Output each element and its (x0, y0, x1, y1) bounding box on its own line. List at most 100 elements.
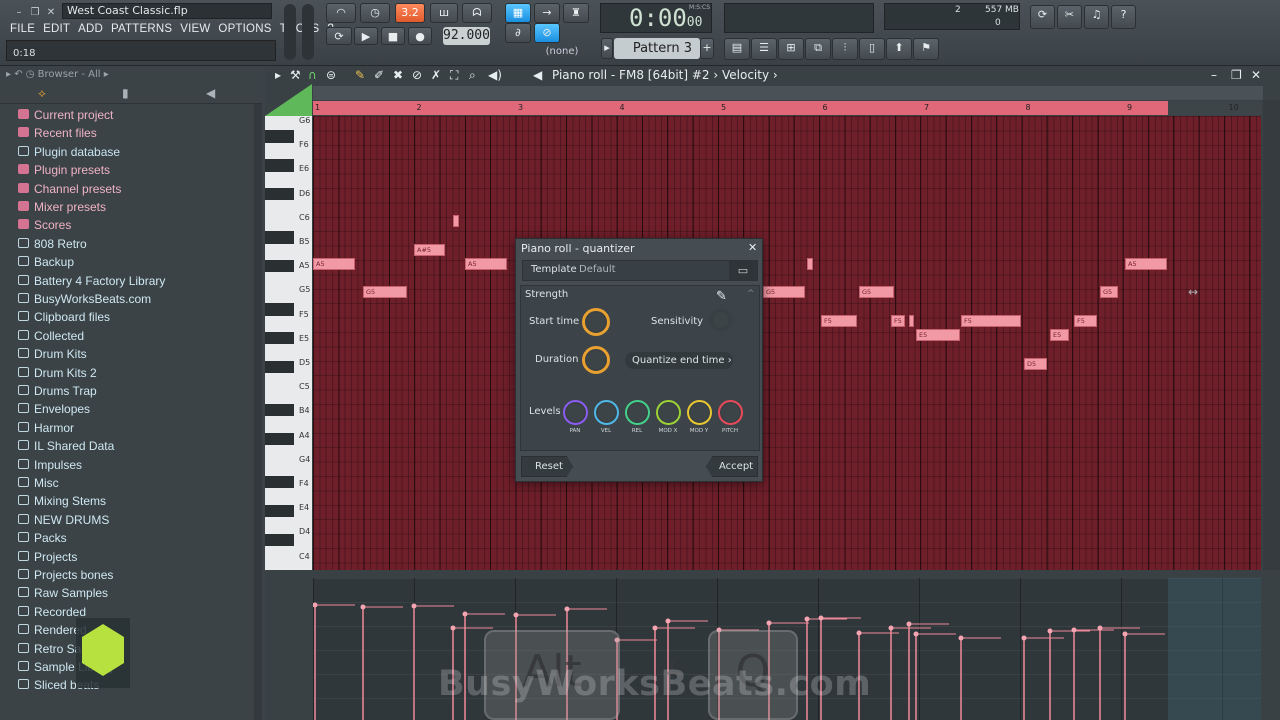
note[interactable]: A#5 (414, 244, 445, 256)
microphone-icon[interactable]: ♫ (1084, 5, 1109, 29)
pr-minimize-icon[interactable]: – (1211, 66, 1217, 84)
black-key[interactable] (265, 432, 294, 446)
menu-tools[interactable]: TOOLS (276, 21, 324, 38)
black-key[interactable] (265, 130, 294, 143)
velocity-handle[interactable] (360, 604, 366, 610)
snap-link-button[interactable]: ∂ (505, 23, 531, 43)
sensitivity-knob[interactable] (709, 308, 733, 332)
menu-add[interactable]: ADD (74, 21, 107, 38)
countdown-button[interactable]: 3.2 (395, 3, 425, 23)
black-key[interactable] (265, 476, 294, 489)
metronome-figure-icon[interactable]: ♜ (563, 3, 589, 23)
browser-item[interactable]: Mixing Stems (0, 492, 250, 510)
browser-tab-audio-icon[interactable]: ◀ (206, 86, 215, 100)
pattern-menu-arrow[interactable]: ▸ (601, 38, 613, 59)
close-icon[interactable]: ✕ (45, 8, 57, 18)
playlist-icon[interactable]: ▤ (724, 38, 750, 60)
velocity-handle[interactable] (1047, 628, 1053, 634)
browser-item[interactable]: Envelopes (0, 400, 250, 418)
pencil-icon[interactable]: ✎ (355, 66, 365, 84)
start-time-knob[interactable] (582, 308, 610, 336)
pattern-name[interactable]: Pattern 3 (614, 38, 700, 59)
level-knob[interactable] (594, 400, 619, 425)
browser-item[interactable]: 808 Retro (0, 235, 250, 253)
velocity-handle[interactable] (804, 616, 810, 622)
timeline-ruler[interactable] (313, 101, 1168, 115)
tempo-display[interactable]: 92.000 (443, 27, 490, 45)
playback-tool-icon[interactable]: ◀) (488, 66, 502, 84)
browser-item[interactable]: Projects (0, 548, 250, 566)
browser-item[interactable]: Scores (0, 216, 250, 234)
level-knob[interactable] (563, 400, 588, 425)
menu-patterns[interactable]: PATTERNS (107, 21, 176, 38)
slice-tool-icon[interactable]: ✗ (431, 66, 441, 84)
restore-icon[interactable]: ❐ (29, 8, 41, 18)
folder-icon[interactable]: ▭ (729, 261, 757, 280)
select-tool-icon[interactable]: ⛶ (450, 66, 458, 84)
note[interactable]: G5 (763, 286, 805, 298)
record-button[interactable]: ● (408, 27, 432, 45)
note[interactable]: A5 (313, 258, 355, 270)
quantize-end-time-button[interactable]: Quantize end time › (625, 352, 733, 369)
tempo-tapper-icon[interactable]: ⚑ (913, 38, 939, 60)
browser-item[interactable]: Projects bones (0, 566, 250, 584)
help-icon[interactable]: ? (1111, 5, 1136, 29)
black-key[interactable] (265, 504, 294, 518)
pattern-song-toggle[interactable]: ⟳ (326, 27, 352, 45)
minimize-icon[interactable]: – (13, 8, 25, 18)
note[interactable]: D5 (1024, 358, 1047, 370)
velocity-handle[interactable] (1122, 631, 1128, 637)
note[interactable]: F5 (1074, 315, 1097, 327)
browser-item[interactable]: Current project (0, 106, 250, 124)
browser-item[interactable]: Clipboard files (0, 308, 250, 326)
velocity-handle[interactable] (856, 630, 862, 636)
accept-button[interactable]: Accept (706, 456, 758, 477)
mixer-icon[interactable]: ⫶ (832, 38, 858, 60)
template-value[interactable]: Default (579, 264, 616, 275)
level-knob[interactable] (625, 400, 650, 425)
delete-tool-icon[interactable]: ✖ (393, 66, 403, 84)
browser-item[interactable]: Collected (0, 327, 250, 345)
note[interactable]: E5 (916, 329, 960, 341)
dialog-close-icon[interactable]: ✕ (748, 241, 757, 254)
wrench-icon[interactable]: ⚒ (290, 66, 301, 84)
note[interactable]: G5 (363, 286, 407, 298)
velocity-handle[interactable] (818, 615, 824, 621)
next-arrow-button[interactable]: → (534, 3, 560, 23)
black-key[interactable] (265, 231, 294, 244)
stamp-tool-corner[interactable] (265, 84, 312, 116)
template-row[interactable]: Template Default ▭ (522, 260, 758, 281)
channel-rack-icon[interactable]: ☰ (751, 38, 777, 60)
velocity-handle[interactable] (564, 606, 570, 612)
master-volume-slider[interactable] (284, 4, 296, 60)
browser-item[interactable]: Raw Samples (0, 584, 250, 602)
mute-tool-icon[interactable]: ⊘ (412, 66, 422, 84)
piano-roll-icon[interactable]: ⊞ (778, 38, 804, 60)
level-knob[interactable] (718, 400, 743, 425)
reset-button[interactable]: Reset (521, 456, 573, 477)
browser-item[interactable]: Mixer presets (0, 198, 250, 216)
duration-knob[interactable] (582, 346, 610, 374)
time-format-label[interactable]: M:S:CS (689, 4, 710, 11)
browser-item[interactable]: Impulses (0, 456, 250, 474)
note[interactable]: G5 (859, 286, 894, 298)
velocity-handle[interactable] (766, 620, 772, 626)
velocity-handle[interactable] (450, 625, 456, 631)
browser-item[interactable]: IL Shared Data (0, 437, 250, 455)
velocity-handle[interactable] (906, 621, 912, 627)
pattern-selector[interactable]: (none) (532, 44, 592, 60)
black-key[interactable] (265, 533, 294, 546)
velocity-handle[interactable] (652, 625, 658, 631)
black-key[interactable] (265, 188, 294, 201)
typing-keyboard-button[interactable]: ▦ (505, 3, 531, 23)
browser-item[interactable]: Harmor (0, 419, 250, 437)
cut-tools-icon[interactable]: ✂ (1057, 5, 1082, 29)
plugin-icon[interactable]: ⬆ (886, 38, 912, 60)
browser-item[interactable]: Channel presets (0, 180, 250, 198)
note[interactable]: E5 (1050, 329, 1069, 341)
magnet-icon[interactable]: ∩ (308, 66, 317, 84)
velocity-handle[interactable] (913, 631, 919, 637)
pr-close-icon[interactable]: ✕ (1251, 66, 1261, 84)
vertical-scroll-bar[interactable] (1263, 100, 1280, 570)
note[interactable]: A5 (465, 258, 507, 270)
